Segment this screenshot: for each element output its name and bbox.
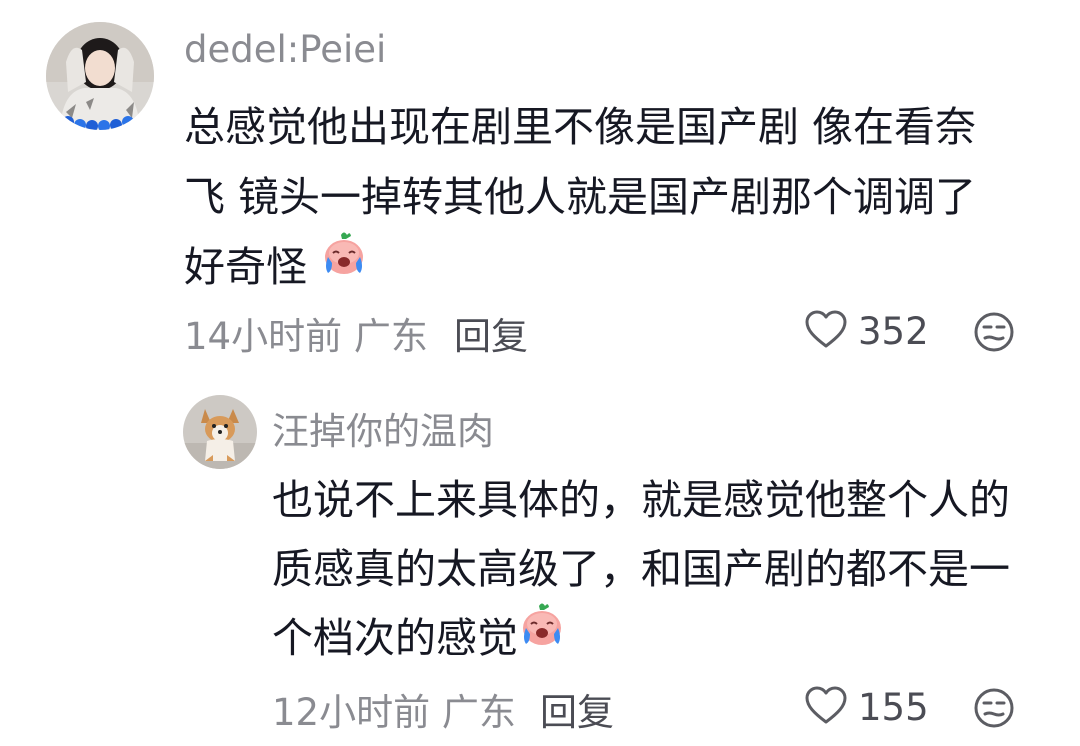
comment-text: 总感觉他出现在剧里不像是国产剧 像在看奈 飞 镜头一掉转其他人就是国产剧那个调调…: [184, 92, 976, 306]
like-count: 352: [858, 309, 929, 353]
comment-text-line: 也说不上来具体的，就是感觉他整个人的: [272, 476, 1010, 524]
like-button[interactable]: 352: [804, 306, 929, 356]
dislike-face-icon: [972, 312, 1016, 358]
dislike-face-icon: [972, 688, 1016, 734]
comment-text-line: 个档次的感觉: [272, 603, 1010, 677]
comment-text-line: 总感觉他出现在剧里不像是国产剧 像在看奈: [184, 103, 977, 151]
user-avatar[interactable]: [183, 395, 257, 469]
comment-timestamp-location: 12小时前 广东: [272, 691, 516, 734]
like-button[interactable]: 155: [804, 682, 929, 732]
like-count: 155: [858, 685, 929, 729]
comment-text: 也说不上来具体的，就是感觉他整个人的 质感真的太高级了，和国产剧的都不是一 个档…: [272, 466, 1010, 677]
comment-text-fragment: 个档次的感觉: [272, 614, 518, 662]
reply-button[interactable]: 回复: [540, 682, 614, 736]
heart-icon: [804, 685, 848, 729]
avatar-image: [46, 22, 154, 130]
username[interactable]: 汪掉你的温肉: [272, 401, 494, 455]
heart-icon: [804, 309, 848, 353]
user-avatar[interactable]: [46, 22, 154, 130]
dislike-button[interactable]: [972, 686, 1016, 734]
crying-face-emoji: [518, 600, 566, 671]
username[interactable]: dedel:Peiei: [184, 28, 386, 71]
comment-text-fragment: 好奇怪: [184, 243, 321, 291]
comment-text-line: 飞 镜头一掉转其他人就是国产剧那个调调了: [184, 173, 977, 221]
crying-face-emoji: [320, 229, 368, 300]
comment-timestamp-location: 14小时前 广东: [184, 315, 428, 358]
comment-text-line: 好奇怪: [184, 232, 976, 306]
reply-button[interactable]: 回复: [454, 306, 528, 360]
dislike-button[interactable]: [972, 310, 1016, 358]
avatar-image: [183, 395, 257, 469]
comment-text-line: 质感真的太高级了，和国产剧的都不是一: [272, 545, 1010, 593]
